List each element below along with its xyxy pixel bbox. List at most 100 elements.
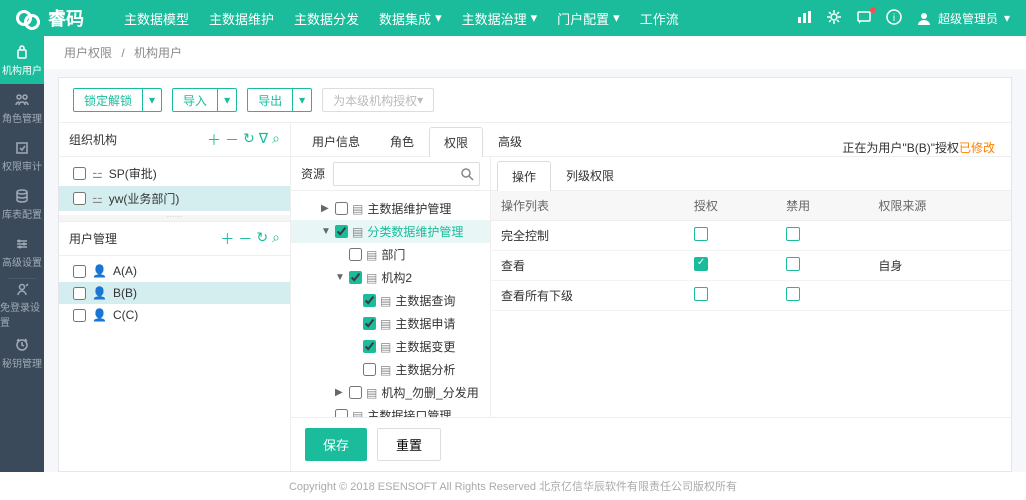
checkbox[interactable]	[363, 317, 376, 330]
user-item[interactable]: 👤C(C)	[59, 304, 290, 326]
nav-item[interactable]: 主数据维护	[209, 9, 274, 28]
checkbox[interactable]	[335, 225, 348, 238]
tab-权限[interactable]: 权限	[429, 127, 483, 157]
user-panel-title: 用户管理	[69, 230, 117, 247]
search-input[interactable]	[333, 162, 480, 186]
nav-item[interactable]: 主数据模型	[124, 9, 189, 28]
resource-item[interactable]: ▤主数据查询	[291, 289, 490, 312]
checkbox[interactable]	[73, 167, 86, 180]
sidebar-item-secret[interactable]: 秘钥管理	[0, 329, 44, 377]
auth-button: 为本级机构授权 ▾	[322, 88, 434, 112]
ops-column: 操作列级权限 操作列表授权禁用权限来源 完全控制查看自身查看所有下级	[491, 157, 1011, 417]
add-icon[interactable]: ＋	[220, 229, 234, 249]
user-menu[interactable]: 超级管理员 ▾	[916, 10, 1010, 27]
add-icon[interactable]: ＋	[207, 130, 221, 150]
resource-item[interactable]: ▶▤主数据维护管理	[291, 197, 490, 220]
breadcrumb-b: 机构用户	[134, 46, 182, 60]
auth-checkbox[interactable]	[694, 257, 708, 271]
checkbox[interactable]	[335, 409, 348, 417]
checkbox[interactable]	[73, 265, 86, 278]
nav-item[interactable]: 数据集成 ▾	[379, 9, 442, 28]
save-button[interactable]: 保存	[305, 428, 367, 461]
remove-icon[interactable]: －	[238, 229, 252, 249]
toolbar: 锁定解锁▾ 导入▾ 导出▾ 为本级机构授权 ▾	[59, 78, 1011, 123]
tab-角色[interactable]: 角色	[375, 126, 429, 156]
auth-checkbox[interactable]	[694, 287, 708, 301]
search-icon[interactable]	[460, 167, 474, 181]
node-icon: ▤	[352, 202, 363, 216]
tree-caret-icon[interactable]: ▼	[335, 272, 345, 283]
nav-item[interactable]: 门户配置 ▾	[557, 9, 620, 28]
filter-icon[interactable]: ∇	[259, 130, 268, 150]
chevron-down-icon: ▾	[1004, 11, 1010, 25]
deny-checkbox[interactable]	[786, 287, 800, 301]
checkbox[interactable]	[335, 202, 348, 215]
user-name: 超级管理员	[938, 10, 998, 27]
checkbox[interactable]	[349, 248, 362, 261]
nav-item[interactable]: 主数据治理 ▾	[462, 9, 538, 28]
nav-item[interactable]: 主数据分发	[294, 9, 359, 28]
deny-checkbox[interactable]	[786, 227, 800, 241]
checkbox[interactable]	[73, 287, 86, 300]
resource-item[interactable]: ▼▤分类数据维护管理	[291, 220, 490, 243]
ops-tab[interactable]: 操作	[497, 161, 551, 191]
import-button[interactable]: 导入▾	[172, 88, 237, 112]
sidebar-item-role-mgmt[interactable]: 角色管理	[0, 84, 44, 132]
resource-item[interactable]: ▤主数据变更	[291, 335, 490, 358]
tab-高级[interactable]: 高级	[483, 126, 537, 156]
resource-item[interactable]: ▤主数据申请	[291, 312, 490, 335]
auth-checkbox[interactable]	[694, 227, 708, 241]
lock-button[interactable]: 锁定解锁▾	[73, 88, 162, 112]
tab-用户信息[interactable]: 用户信息	[297, 126, 375, 156]
resource-item[interactable]: ▼▤机构2	[291, 266, 490, 289]
resource-item[interactable]: ▤部门	[291, 243, 490, 266]
remove-icon[interactable]: －	[225, 130, 239, 150]
user-icon: 👤	[92, 308, 107, 322]
gear-icon[interactable]	[826, 9, 842, 28]
top-header: 睿码 主数据模型 主数据维护 主数据分发 数据集成 ▾ 主数据治理 ▾ 门户配置 ▾ 工作流…	[0, 0, 1026, 36]
breadcrumb-a[interactable]: 用户权限	[64, 46, 112, 60]
sidebar-item-org-user[interactable]: 机构用户	[0, 36, 44, 84]
footer: Copyright © 2018 ESENSOFT All Rights Res…	[0, 472, 1026, 500]
reset-button[interactable]: 重置	[377, 428, 441, 461]
export-button[interactable]: 导出▾	[247, 88, 312, 112]
checkbox[interactable]	[349, 271, 362, 284]
sidebar-item-perm-audit[interactable]: 权限审计	[0, 132, 44, 180]
tree-caret-icon[interactable]: ▼	[321, 226, 331, 237]
checkbox[interactable]	[363, 363, 376, 376]
sidebar-item-nologin[interactable]: 免登录设置	[0, 281, 44, 329]
breadcrumb-sep: /	[121, 46, 124, 60]
refresh-icon[interactable]: ↻	[243, 130, 255, 150]
resource-item[interactable]: ▤主数据分析	[291, 358, 490, 381]
resource-item[interactable]: ▤主数据接口管理	[291, 404, 490, 417]
checkbox[interactable]	[363, 340, 376, 353]
deny-checkbox[interactable]	[786, 257, 800, 271]
info-icon[interactable]: i	[886, 9, 902, 28]
checkbox[interactable]	[349, 386, 362, 399]
refresh-icon[interactable]: ↻	[256, 229, 268, 249]
tree-caret-icon[interactable]: ▶	[335, 387, 345, 398]
nav-item[interactable]: 工作流	[640, 9, 679, 28]
chevron-down-icon: ▾	[293, 89, 311, 111]
checkbox[interactable]	[73, 192, 86, 205]
org-item[interactable]: ⚍yw(业务部门)	[59, 186, 290, 211]
sidebar-item-adv-settings[interactable]: 高级设置	[0, 228, 44, 276]
search-icon[interactable]: ⌕	[272, 130, 280, 150]
node-icon: ▤	[366, 386, 377, 400]
chart-icon[interactable]	[796, 9, 812, 28]
checkbox[interactable]	[73, 309, 86, 322]
resource-item[interactable]: ▶▤机构_勿删_分发用	[291, 381, 490, 404]
brand-logo[interactable]: 睿码	[16, 5, 84, 31]
user-item[interactable]: 👤B(B)	[59, 282, 290, 304]
search-icon[interactable]: ⌕	[272, 229, 280, 249]
checkbox[interactable]	[363, 294, 376, 307]
org-item[interactable]: ⚍SP(审批)	[59, 161, 290, 186]
user-item[interactable]: 👤A(A)	[59, 260, 290, 282]
top-right: i 超级管理员 ▾	[796, 9, 1010, 28]
sidebar-item-db-config[interactable]: 库表配置	[0, 180, 44, 228]
tree-caret-icon[interactable]: ▶	[321, 203, 331, 214]
chevron-down-icon: ▾	[218, 89, 236, 111]
message-icon[interactable]	[856, 9, 872, 28]
resource-column: 资源 ▶▤主数据维护管理▼▤分类数据维护管理▤部门▼▤机构2▤主数据查询▤主数据…	[291, 157, 491, 417]
ops-tab[interactable]: 列级权限	[551, 160, 629, 190]
